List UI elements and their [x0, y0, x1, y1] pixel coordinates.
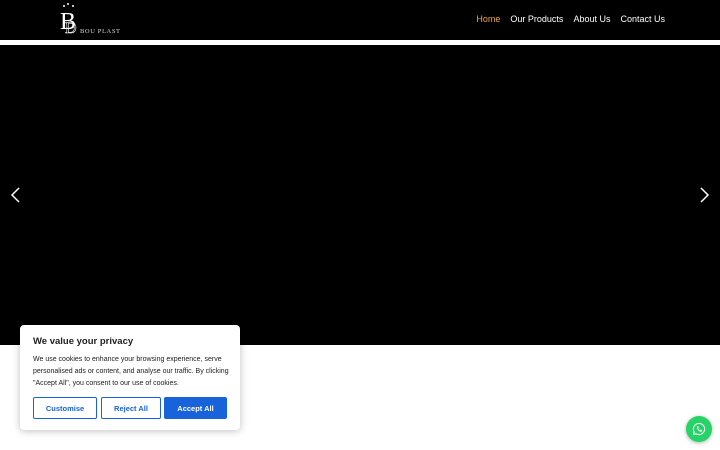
svg-text:D: D [65, 20, 77, 37]
cookie-title: We value your privacy [33, 336, 134, 347]
site-header: B D BOU PLAST Home Our Products About Us… [0, 0, 720, 40]
slider-next-button[interactable] [696, 186, 712, 204]
slider-prev-button[interactable] [8, 186, 24, 204]
cookie-description: We use cookies to enhance your browsing … [33, 356, 229, 387]
whatsapp-icon [692, 422, 706, 436]
hero-slider [0, 45, 720, 345]
reject-all-button[interactable]: Reject All [101, 397, 161, 419]
logo[interactable]: B D BOU PLAST [58, 2, 122, 38]
nav-home[interactable]: Home [476, 14, 500, 24]
chevron-right-icon [700, 187, 710, 203]
chevron-left-icon [10, 187, 20, 203]
nav-our-products[interactable]: Our Products [510, 14, 563, 24]
logo-text: BOU PLAST [80, 28, 121, 35]
customise-button[interactable]: Customise [33, 397, 97, 419]
whatsapp-button[interactable] [686, 416, 712, 442]
nav-contact-us[interactable]: Contact Us [620, 14, 665, 24]
accept-all-button[interactable]: Accept All [164, 397, 227, 419]
cookie-consent-banner: We value your privacy We use cookies to … [20, 325, 240, 430]
main-nav: Home Our Products About Us Contact Us [476, 14, 665, 24]
nav-about-us[interactable]: About Us [573, 14, 610, 24]
